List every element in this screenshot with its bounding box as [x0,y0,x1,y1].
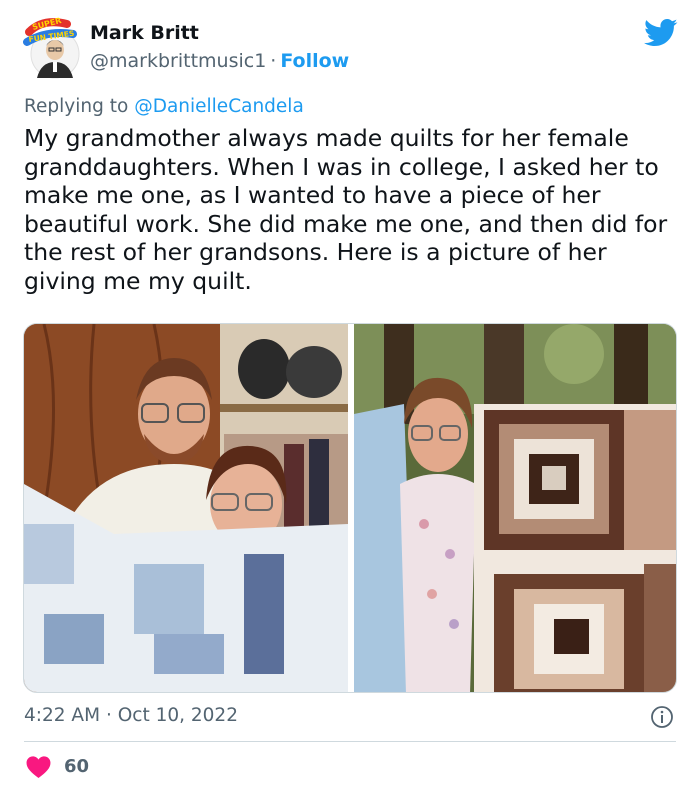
tweet-timestamp[interactable]: 4:22 AM · Oct 10, 2022 [24,705,238,726]
tweet-text: My grandmother always made quilts for he… [24,124,668,295]
info-icon[interactable] [650,705,674,729]
author-avatar[interactable]: SUPER FUN TIMES [23,16,83,82]
replying-to-line: Replying to @DanielleCandela [24,96,304,117]
bird-logo-icon[interactable] [644,18,678,48]
tweet-date: Oct 10, 2022 [117,705,238,726]
like-count[interactable]: 60 [64,756,89,777]
author-handle[interactable]: @markbrittmusic1 [90,50,266,72]
media-grid [23,323,677,693]
author-name[interactable]: Mark Britt [90,22,199,44]
replying-mention-link[interactable]: @DanielleCandela [134,96,304,117]
timestamp-separator: · [105,705,112,726]
heart-icon[interactable] [26,755,51,779]
divider [24,741,676,742]
tweet-time: 4:22 AM [24,705,101,726]
photo-grandmother-holding-quilt[interactable] [354,324,676,692]
photo-grandson-with-grandmother[interactable] [24,324,348,692]
follow-button[interactable]: Follow [280,50,349,72]
author-handle-line: @markbrittmusic1 · Follow [90,50,349,72]
tweet-card: SUPER FUN TIMES Mark Britt @markbrittmus… [0,0,700,795]
separator-dot: · [270,50,277,72]
replying-prefix: Replying to [24,96,129,117]
